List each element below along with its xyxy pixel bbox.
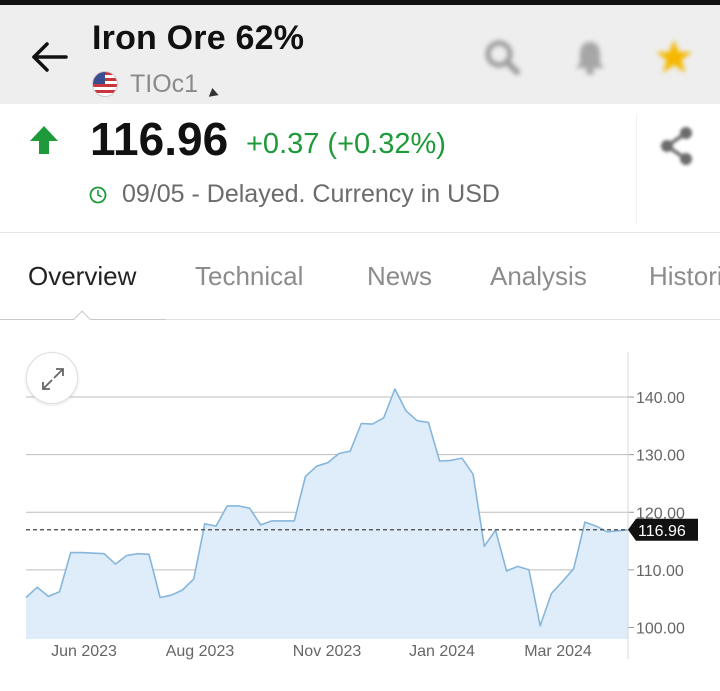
tab-news[interactable]: News	[367, 261, 432, 292]
active-tab-pointer	[73, 310, 91, 321]
ticker-symbol: TIOc1	[130, 69, 199, 98]
instrument-title: Iron Ore 62%	[92, 19, 305, 57]
y-tick-label: 130.00	[636, 448, 685, 465]
quote-panel: 116.96 +0.37 (+0.32%) 09/05 - Delayed. C…	[0, 104, 720, 232]
y-tick-label: 100.00	[636, 620, 685, 637]
share-divider	[636, 114, 637, 224]
tab-technical[interactable]: Technical	[195, 261, 303, 292]
x-tick-label: Jun 2023	[51, 643, 117, 660]
us-flag-icon	[92, 71, 118, 97]
price-chart-svg: 140.00130.00120.00110.00100.00116.96Jun …	[25, 352, 698, 660]
x-tick-label: Mar 2024	[524, 643, 592, 660]
tab-overview[interactable]: Overview	[28, 261, 136, 292]
clock-icon	[89, 186, 107, 203]
expand-icon	[42, 368, 64, 390]
x-tick-label: Jan 2024	[409, 643, 475, 660]
quote-time-row: 09/05 - Delayed. Currency in USD	[88, 180, 500, 209]
area-fill	[26, 389, 628, 639]
tab-historical-data[interactable]: Historical Data	[649, 261, 720, 292]
share-icon[interactable]	[656, 124, 696, 168]
up-arrow-icon	[30, 126, 58, 154]
dropdown-caret-icon	[207, 87, 219, 97]
current-price-label: 116.96	[638, 523, 686, 540]
x-tick-label: Nov 2023	[293, 643, 362, 660]
alert-bell-icon[interactable]	[570, 37, 610, 77]
delay-notice: 09/05 - Delayed. Currency in USD	[122, 180, 500, 208]
tab-analysis[interactable]: Analysis	[490, 261, 587, 292]
back-arrow-icon[interactable]	[28, 35, 72, 79]
price-chart[interactable]: 140.00 130.00 120.00 110.00 100.00 116.96 Jun …	[0, 322, 720, 691]
expand-chart-button[interactable]	[26, 352, 78, 404]
top-app-bar: Iron Ore 62% TIOc1	[0, 0, 720, 104]
last-price: 116.96	[90, 113, 229, 165]
y-tick-label: 140.00	[636, 390, 685, 407]
y-tick-label: 110.00	[636, 563, 684, 580]
price-change: +0.37 (+0.32%)	[246, 128, 446, 160]
x-tick-label: Aug 2023	[166, 643, 235, 660]
watchlist-star-icon[interactable]	[654, 37, 694, 77]
ticker-selector[interactable]: TIOc1	[92, 69, 219, 99]
tab-bar: Overview Technical News Analysis Histori…	[0, 233, 720, 321]
search-icon[interactable]	[482, 37, 522, 77]
